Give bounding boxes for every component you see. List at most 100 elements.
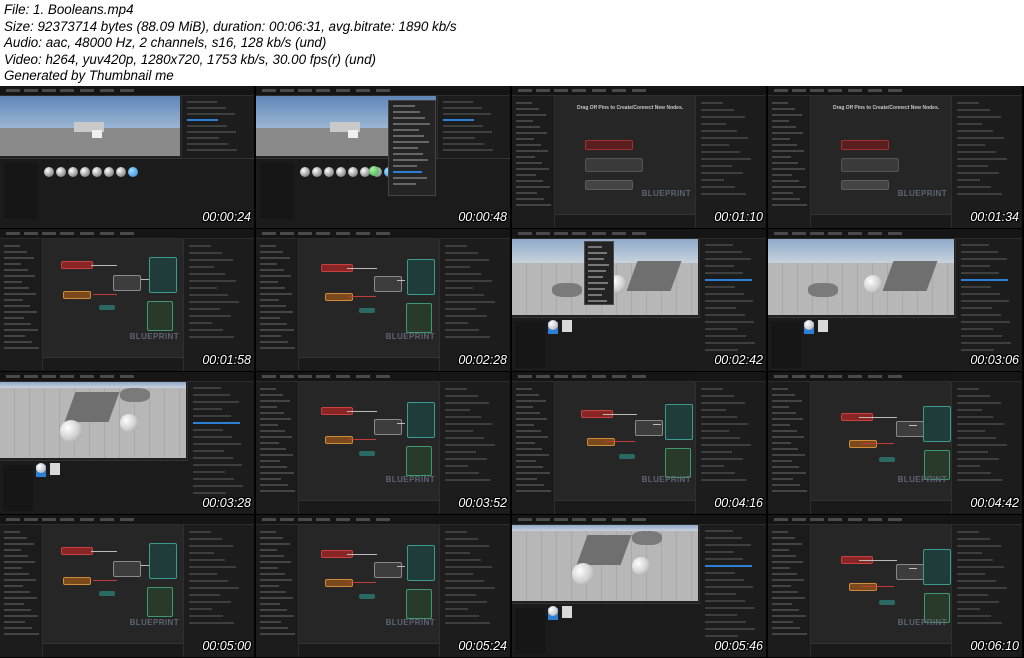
exec-wire — [859, 560, 897, 561]
data-wire — [861, 443, 894, 444]
details-row — [445, 308, 476, 310]
panel-row — [772, 478, 793, 480]
toolbar-button-icon — [810, 232, 824, 235]
exec-wire — [91, 265, 117, 266]
outliner-row — [961, 307, 992, 309]
menu-item — [588, 270, 606, 272]
panel-row — [4, 621, 25, 623]
panel-row — [260, 621, 281, 623]
panel-row — [260, 454, 293, 456]
details-row — [957, 601, 999, 603]
panel-row — [4, 597, 37, 599]
graph-hint-text: Drag Off Pins to Create/Connect New Node… — [833, 105, 940, 111]
event-graph-canvas: BLUEPRINT — [299, 525, 439, 643]
material-asset-icon — [92, 167, 102, 177]
panel-row — [260, 627, 288, 629]
panel-row — [260, 609, 287, 611]
details-row — [189, 601, 231, 603]
panel-row — [260, 329, 294, 331]
details-row — [957, 158, 1007, 160]
panel-row — [4, 311, 37, 313]
exec-wire — [603, 414, 637, 415]
print-node — [407, 545, 435, 581]
details-panel — [439, 382, 510, 514]
toolbar-button-icon — [100, 518, 114, 521]
branch-node — [896, 421, 924, 437]
video-thumbnail: 00:05:46 — [512, 515, 766, 657]
panel-row — [4, 323, 31, 325]
toolbar-button-icon — [80, 89, 94, 92]
panel-row — [4, 633, 39, 635]
panel-row — [260, 555, 284, 557]
variable-node — [325, 579, 353, 587]
panel-row — [772, 156, 791, 158]
toolbar-button-icon — [60, 89, 74, 92]
details-row — [957, 123, 982, 125]
details-row — [445, 594, 476, 596]
panel-row — [516, 448, 542, 450]
outliner-row — [705, 544, 751, 546]
toolbar-button-icon — [376, 232, 390, 235]
panel-row — [516, 150, 548, 152]
panel-row — [516, 144, 541, 146]
print-node — [149, 543, 177, 579]
outliner-row — [187, 125, 227, 127]
toolbar-button-icon — [554, 518, 568, 521]
details-row — [957, 388, 979, 390]
panel-row — [4, 579, 36, 581]
outliner-row — [443, 101, 473, 103]
outliner-row — [705, 293, 744, 295]
outliner-row — [193, 429, 223, 431]
panel-row — [260, 466, 287, 468]
panel-row — [772, 561, 803, 563]
panel-row — [772, 406, 789, 408]
menu-item — [588, 252, 607, 254]
event-graph-canvas: BLUEPRINT — [299, 239, 439, 357]
outliner-row — [705, 272, 743, 274]
toolbar-button-icon — [592, 232, 606, 235]
toolbar-button-icon — [6, 518, 20, 521]
editor-toolbar — [256, 515, 510, 525]
outliner-row — [193, 401, 239, 403]
event-graph-canvas: Drag Off Pins to Create/Connect New Node… — [811, 96, 951, 214]
outliner-row — [187, 101, 217, 103]
panel-row — [4, 531, 20, 533]
panel-row — [516, 132, 547, 134]
details-row — [957, 151, 996, 153]
outliner-row — [705, 572, 735, 574]
variable-node — [325, 436, 353, 444]
details-row — [189, 259, 233, 261]
panel-row — [4, 293, 36, 295]
details-row — [701, 479, 746, 481]
details-row — [701, 416, 737, 418]
comment-node — [619, 454, 635, 459]
material-asset-icon — [104, 167, 114, 177]
toolbar-button-icon — [356, 232, 370, 235]
toolbar-button-icon — [848, 232, 862, 235]
details-row — [701, 109, 734, 111]
file-info-header: File: 1. Booleans.mp4 Size: 92373714 byt… — [4, 2, 1020, 85]
panel-row — [260, 549, 277, 551]
details-row — [445, 465, 468, 467]
panel-row — [516, 108, 539, 110]
toolbar-button-icon — [848, 375, 862, 378]
toolbar-button-icon — [120, 518, 134, 521]
thumbnail-timestamp: 00:05:00 — [202, 639, 251, 653]
toolbar-button-icon — [100, 375, 114, 378]
details-row — [445, 245, 467, 247]
toolbar-button-icon — [592, 89, 606, 92]
toolbar-button-icon — [24, 518, 38, 521]
menu-item — [588, 300, 607, 302]
generator-info: Generated by Thumbnail me — [4, 68, 174, 83]
details-row — [189, 573, 217, 575]
panel-row — [516, 388, 532, 390]
details-row — [189, 587, 239, 589]
blueprint-watermark: BLUEPRINT — [129, 332, 179, 341]
details-row — [445, 545, 489, 547]
outliner-row — [705, 621, 746, 623]
details-row — [957, 472, 991, 474]
outliner-row — [187, 143, 228, 145]
print-node — [407, 259, 435, 295]
toolbar-button-icon — [80, 232, 94, 235]
material-asset-icon — [348, 167, 358, 177]
